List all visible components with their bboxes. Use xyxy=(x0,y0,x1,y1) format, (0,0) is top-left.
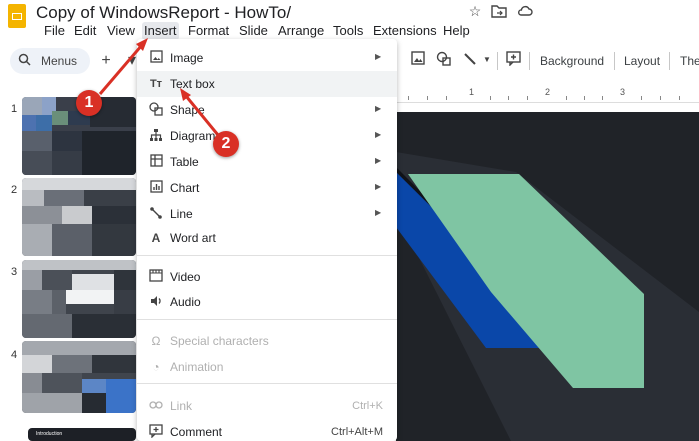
annotation-arrows xyxy=(98,38,220,136)
step-2-callout: 2 xyxy=(213,131,239,157)
step-1-callout: 1 xyxy=(76,90,102,116)
